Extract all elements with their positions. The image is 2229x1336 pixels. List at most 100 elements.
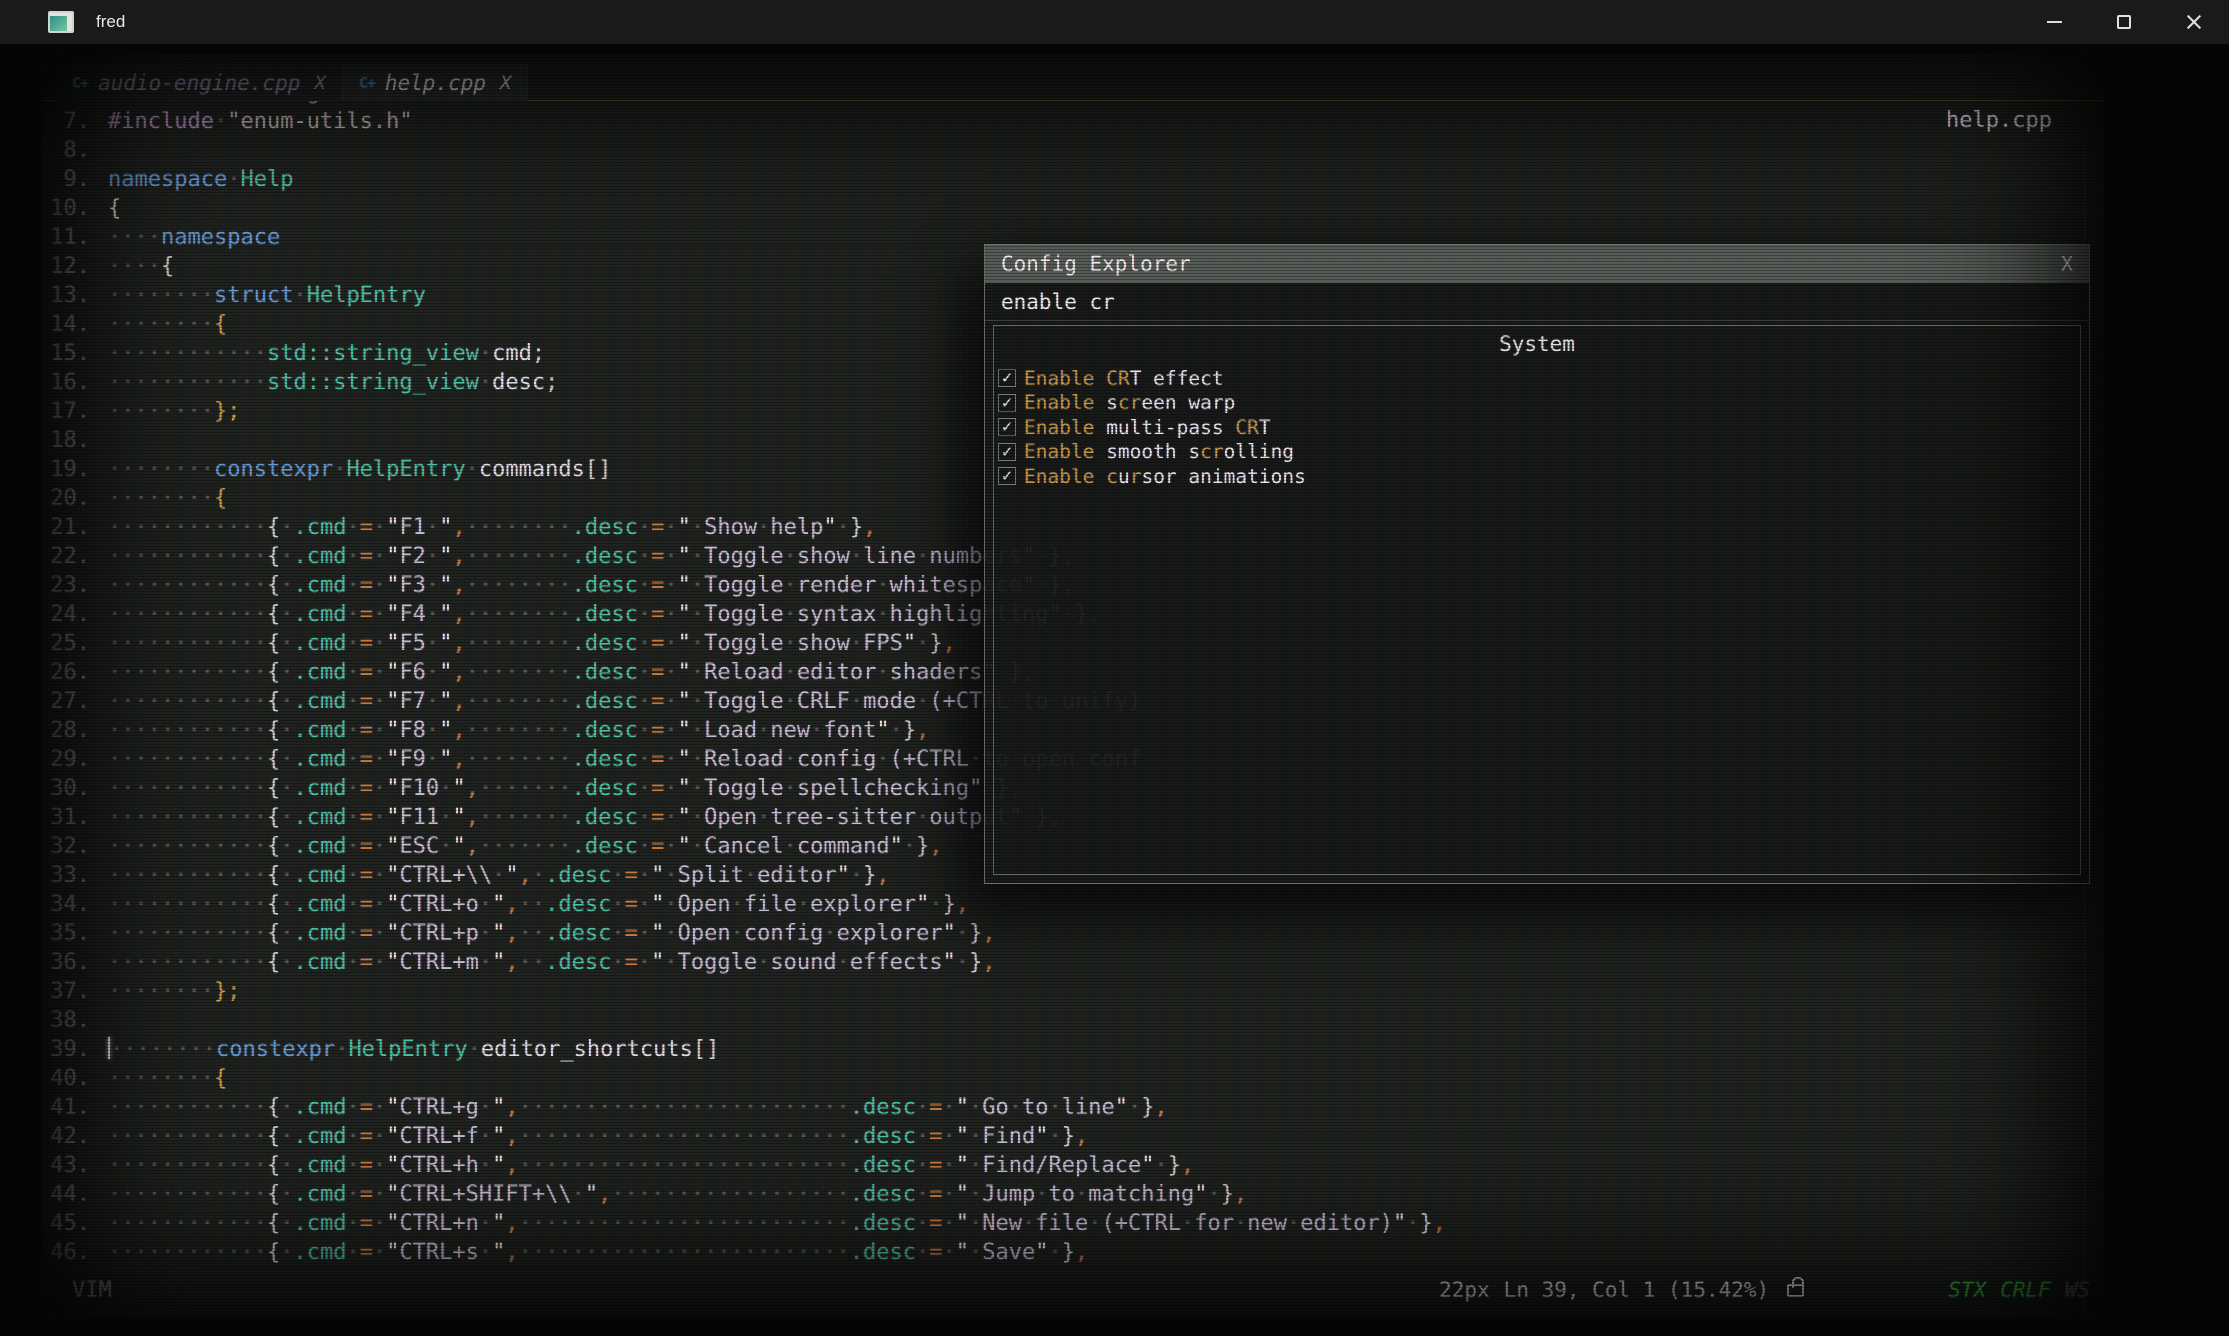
line-content: ········constexpr·HelpEntry·commands[] (108, 455, 611, 484)
line-number: 39. (42, 1035, 108, 1064)
code-line[interactable]: 36.············{·.cmd·=·"CTRL+m·",··.des… (42, 948, 2104, 977)
line-number: 46. (42, 1238, 108, 1267)
code-line[interactable]: 45.············{·.cmd·=·"CTRL+n·",······… (42, 1209, 2104, 1238)
line-number: 33. (42, 861, 108, 890)
line-number: 8. (42, 136, 108, 165)
code-line[interactable]: 44.············{·.cmd·=·"CTRL+SHIFT+\\·"… (42, 1180, 2104, 1209)
line-content: ············{·.cmd·=·"ESC·",·······.desc… (108, 832, 943, 861)
line-number: 9. (42, 165, 108, 194)
line-number: 43. (42, 1151, 108, 1180)
code-line[interactable]: 34.············{·.cmd·=·"CTRL+o·",··.des… (42, 890, 2104, 919)
line-content: ········{ (108, 310, 227, 339)
config-option[interactable]: ✓Enable screen warp (994, 391, 2080, 416)
window-controls (2019, 0, 2229, 44)
code-line[interactable]: 39.········constexpr·HelpEntry·editor_sh… (42, 1035, 2104, 1064)
line-number: 27. (42, 687, 108, 716)
code-line[interactable]: 41.············{·.cmd·=·"CTRL+g·",······… (42, 1093, 2104, 1122)
line-content: ············{·.cmd·=·"CTRL+SHIFT+\\·",··… (108, 1180, 1247, 1209)
tab-bar: C+ audio-engine.cpp X C+ help.cpp X (56, 64, 528, 101)
line-number: 26. (42, 658, 108, 687)
code-line[interactable]: 7.#include·"enum-utils.h" (42, 107, 2104, 136)
current-file-indicator: help.cpp (1946, 108, 2052, 133)
line-content: ····{ (108, 252, 174, 281)
code-line[interactable]: 35.············{·.cmd·=·"CTRL+p·",··.des… (42, 919, 2104, 948)
code-line[interactable]: 9.namespace·Help (42, 165, 2104, 194)
cpp-file-icon: C+ (359, 74, 375, 92)
line-number: 16. (42, 368, 108, 397)
line-number: 41. (42, 1093, 108, 1122)
font-size-indicator: 22px (1439, 1278, 1490, 1302)
popup-close-button[interactable]: X (2061, 252, 2073, 276)
config-option-label: Enable CRT effect (1024, 367, 1224, 390)
config-item-list: ✓Enable CRT effect✓Enable screen warp✓En… (994, 366, 2080, 489)
config-search-input[interactable]: enable cr (985, 283, 2089, 321)
tab-audio-engine[interactable]: C+ audio-engine.cpp X (56, 64, 343, 101)
status-flag-stx[interactable]: STX (1948, 1278, 1986, 1302)
line-number: 10. (42, 194, 108, 223)
os-titlebar: fred (0, 0, 2229, 44)
config-option[interactable]: ✓Enable smooth scrolling (994, 440, 2080, 465)
line-content: ············{·.cmd·=·"F11·",·······.desc… (108, 803, 1062, 832)
line-number: 37. (42, 977, 108, 1006)
config-option[interactable]: ✓ Enable cursor animations (994, 464, 2080, 489)
code-line[interactable]: 42.············{·.cmd·=·"CTRL+f·",······… (42, 1122, 2104, 1151)
popup-titlebar[interactable]: Config Explorer X (985, 245, 2089, 283)
code-line[interactable]: 43.············{·.cmd·=·"CTRL+h·",······… (42, 1151, 2104, 1180)
popup-title-text: Config Explorer (1001, 252, 1191, 276)
status-flag-crlf[interactable]: CRLF (2000, 1278, 2051, 1302)
line-content: ············{·.cmd·=·"F8·",········.desc… (108, 716, 929, 745)
app-window: fred 6.#include·"config.h"7.#include·"en… (0, 0, 2229, 1336)
checkbox-checked-icon[interactable]: ✓ (998, 418, 1016, 436)
config-option[interactable]: ✓Enable multi-pass CRT (994, 415, 2080, 440)
line-number: 24. (42, 600, 108, 629)
tab-close-icon[interactable]: X (314, 72, 325, 94)
line-content: ············{·.cmd·=·"CTRL+m·",··.desc·=… (108, 948, 996, 977)
line-number: 31. (42, 803, 108, 832)
line-content: ············{·.cmd·=·"CTRL+\\·",·.desc·=… (108, 861, 890, 890)
tab-close-icon[interactable]: X (500, 72, 511, 94)
minimize-icon (2047, 21, 2062, 23)
line-number: 18. (42, 426, 108, 455)
line-content: ············{·.cmd·=·"CTRL+p·",··.desc·=… (108, 919, 996, 948)
checkbox-checked-icon[interactable]: ✓ (998, 369, 1016, 387)
line-number: 22. (42, 542, 108, 571)
config-section-header: System (994, 332, 2080, 356)
status-bar: 22px Ln 39, Col 1 (15.42%) STX CRLF WS (42, 1278, 2090, 1302)
config-option[interactable]: ✓ Enable CRT effect (994, 366, 2080, 391)
line-content: ············{·.cmd·=·"F3·",········.desc… (108, 571, 1075, 600)
checkbox-checked-icon[interactable]: ✓ (998, 443, 1016, 461)
line-content: ········}; (108, 397, 240, 426)
line-number: 19. (42, 455, 108, 484)
code-line[interactable]: 10.{ (42, 194, 2104, 223)
status-flag-ws[interactable]: WS (2065, 1278, 2090, 1302)
config-option-label: Enable cursor animations (1024, 465, 1306, 488)
minimize-button[interactable] (2019, 0, 2089, 44)
code-line[interactable]: 8. (42, 136, 2104, 165)
code-line[interactable]: 37.········}; (42, 977, 2104, 1006)
close-button[interactable] (2159, 0, 2229, 44)
line-number: 28. (42, 716, 108, 745)
line-number: 45. (42, 1209, 108, 1238)
tab-label: audio-engine.cpp (98, 71, 300, 95)
window-title: fred (96, 12, 125, 32)
checkbox-checked-icon[interactable]: ✓ (998, 394, 1016, 412)
tab-help[interactable]: C+ help.cpp X (343, 64, 529, 101)
line-number: 34. (42, 890, 108, 919)
line-number: 36. (42, 948, 108, 977)
line-number: 17. (42, 397, 108, 426)
line-number: 14. (42, 310, 108, 339)
line-content: ············{·.cmd·=·"CTRL+n·",·········… (108, 1209, 1446, 1238)
line-content: ····namespace (108, 223, 280, 252)
line-content: ········constexpr·HelpEntry·editor_short… (108, 1035, 719, 1064)
checkbox-checked-icon[interactable]: ✓ (998, 467, 1016, 485)
code-line[interactable]: 38. (42, 1006, 2104, 1035)
line-number: 35. (42, 919, 108, 948)
line-content: #include·"enum-utils.h" (108, 107, 413, 136)
maximize-button[interactable] (2089, 0, 2159, 44)
app-icon (48, 11, 74, 33)
close-icon (2186, 14, 2202, 30)
line-content: ············{·.cmd·=·"CTRL+o·",··.desc·=… (108, 890, 969, 919)
code-line[interactable]: 40.········{ (42, 1064, 2104, 1093)
line-number: 44. (42, 1180, 108, 1209)
code-line[interactable]: 46.············{·.cmd·=·"CTRL+s·",······… (42, 1238, 2104, 1267)
